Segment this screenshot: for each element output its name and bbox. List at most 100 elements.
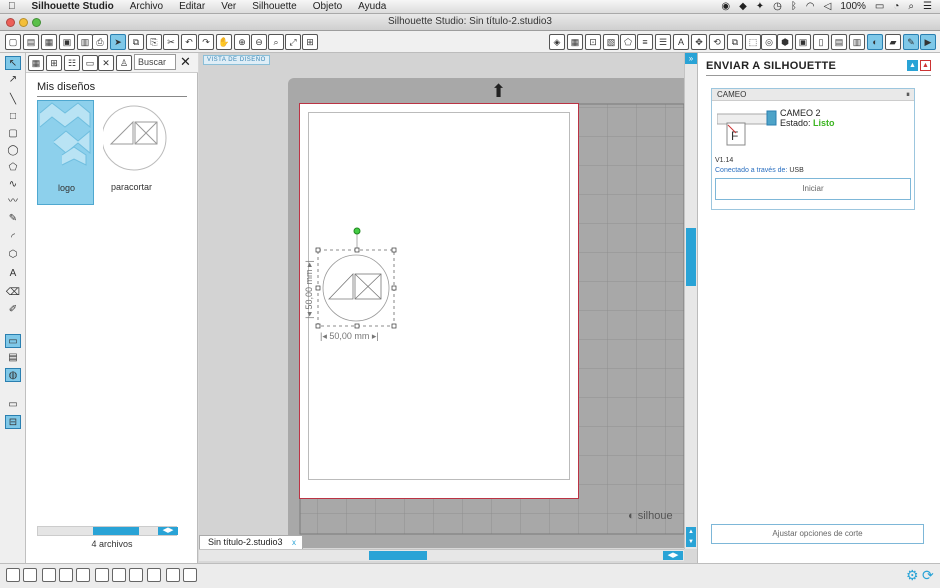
rounded-rect-tool-icon[interactable]: ▢ xyxy=(5,127,21,141)
library-icons-view-icon[interactable]: ⊞ xyxy=(46,55,62,71)
arc-tool-icon[interactable]: ◜ xyxy=(5,231,21,245)
menu-objeto[interactable]: Objeto xyxy=(305,1,350,12)
library-grid-icon[interactable]: ▦ xyxy=(28,55,44,71)
vertical-scroll-arrows[interactable]: ▲ ▼ xyxy=(686,527,696,547)
duplicate-icon[interactable] xyxy=(129,568,143,582)
store-icon[interactable]: ▣ xyxy=(795,34,811,50)
delete-item-icon[interactable]: ✕ xyxy=(98,55,114,71)
menu-silhouette[interactable]: Silhouette xyxy=(244,1,304,12)
mirror-icon[interactable] xyxy=(147,568,161,582)
library-scrollbar[interactable]: ◀▶ xyxy=(37,526,178,536)
transform-icon[interactable]: ✥ xyxy=(691,34,707,50)
eraser-tool-icon[interactable]: ⌫ xyxy=(5,286,21,300)
modify-icon[interactable]: ⬚ xyxy=(745,34,761,50)
library-scroll-thumb[interactable] xyxy=(93,527,139,535)
release-compound-icon[interactable] xyxy=(59,568,73,582)
library-view-icon[interactable]: ▤ xyxy=(5,351,21,365)
horizontal-scroll-thumb[interactable] xyxy=(369,551,427,560)
document-tab[interactable]: Sin título-2.studio3 x xyxy=(199,535,303,549)
start-cut-button[interactable]: Iniciar xyxy=(715,178,911,200)
cut-style-icon[interactable]: ☰ xyxy=(655,34,671,50)
single-panel-icon[interactable]: ▭ xyxy=(5,398,21,412)
trace-icon[interactable]: ⬢ xyxy=(777,34,793,50)
menu-app-name[interactable]: Silhouette Studio xyxy=(24,1,122,12)
delete-object-icon[interactable] xyxy=(112,568,126,582)
zoom-in-icon[interactable]: ⊕ xyxy=(234,34,250,50)
print-cut-icon[interactable]: ▯ xyxy=(813,34,829,50)
new-file-icon[interactable]: ▢ xyxy=(5,34,21,50)
refresh-icon[interactable]: ⟳ xyxy=(922,567,934,584)
horizontal-scroll-arrows[interactable]: ◀▶ xyxy=(663,551,683,560)
point-edit-tool-icon[interactable]: ↗ xyxy=(5,73,21,87)
wifi-icon[interactable]: ◠ xyxy=(806,1,815,12)
copy-icon[interactable]: ⧉ xyxy=(128,34,144,50)
zoom-out-icon[interactable]: ⊖ xyxy=(251,34,267,50)
user-icon[interactable]: ♙ xyxy=(116,55,132,71)
sync-icon[interactable]: ✦ xyxy=(756,1,764,12)
menu-archivo[interactable]: Archivo xyxy=(122,1,171,12)
settings-gear-icon[interactable]: ⚙ xyxy=(906,567,919,584)
save-icon[interactable]: ▣ xyxy=(59,34,75,50)
menu-ayuda[interactable]: Ayuda xyxy=(350,1,394,12)
text-style-icon[interactable]: A xyxy=(673,34,689,50)
vertical-scrollbar[interactable]: » ▲ ▼ xyxy=(684,53,697,549)
layers-icon[interactable]: ▥ xyxy=(849,34,865,50)
paste-icon[interactable]: ⎘ xyxy=(146,34,162,50)
line-color-icon[interactable]: ⬠ xyxy=(620,34,636,50)
group-icon[interactable] xyxy=(6,568,20,582)
knife-icon[interactable]: ◐ xyxy=(867,34,883,50)
undo-icon[interactable]: ↶ xyxy=(181,34,197,50)
selected-design-object[interactable] xyxy=(305,227,405,339)
smooth-freehand-tool-icon[interactable]: ✎ xyxy=(5,212,21,226)
send-panel-icon[interactable]: ✎ xyxy=(903,34,919,50)
grid-icon[interactable]: ▦ xyxy=(567,34,583,50)
adjust-cut-settings-button[interactable]: Ajustar opciones de corte xyxy=(711,524,924,544)
spotlight-icon[interactable]: ⌕ xyxy=(908,1,914,12)
redo-icon[interactable]: ↷ xyxy=(198,34,214,50)
bring-forward-icon[interactable] xyxy=(76,568,90,582)
vertical-scroll-thumb[interactable] xyxy=(686,228,696,286)
battery-icon[interactable]: ▭ xyxy=(875,1,884,12)
close-search-icon[interactable]: ✕ xyxy=(180,54,191,70)
bluetooth-icon[interactable]: ᛒ xyxy=(791,1,797,12)
ellipse-tool-icon[interactable]: ◯ xyxy=(5,144,21,158)
select-tool-icon[interactable]: ↖ xyxy=(5,56,21,70)
sketch-icon[interactable]: ▤ xyxy=(831,34,847,50)
open-file-icon[interactable]: ▤ xyxy=(23,34,39,50)
ungroup-icon[interactable] xyxy=(23,568,37,582)
curve-tool-icon[interactable]: ∿ xyxy=(5,178,21,192)
design-thumbnail-paracortar[interactable]: paracortar xyxy=(101,100,167,205)
cut-icon[interactable]: ✂ xyxy=(163,34,179,50)
close-tab-icon[interactable]: x xyxy=(292,536,296,549)
fit-to-page-icon[interactable]: ⊞ xyxy=(302,34,318,50)
zoom-select-icon[interactable]: ⌕ xyxy=(268,34,284,50)
panel-collapse-icon[interactable]: ▲ xyxy=(907,60,918,71)
target-icon[interactable] xyxy=(183,568,197,582)
library-search-input[interactable]: Buscar xyxy=(134,54,176,70)
device-pause-icon[interactable]: ⏸ xyxy=(906,89,910,101)
compound-path-icon[interactable] xyxy=(42,568,56,582)
page-sheet[interactable]: |◂ 50,00 mm ▸| |◂ 50,00 mm ▸| xyxy=(299,103,579,499)
line-tool-icon[interactable]: ╲ xyxy=(5,93,21,107)
replicate-icon[interactable]: ⧉ xyxy=(727,34,743,50)
fill-icon[interactable]: ▧ xyxy=(603,34,619,50)
apple-icon[interactable]:  xyxy=(0,1,24,12)
drawing-area-icon[interactable]: ▭ xyxy=(5,334,21,348)
print-icon[interactable]: ⎙ xyxy=(92,34,108,50)
library-list-view-icon[interactable]: ☷ xyxy=(64,55,80,71)
weld-icon[interactable] xyxy=(95,568,109,582)
menu-ver[interactable]: Ver xyxy=(213,1,244,12)
rectangle-tool-icon[interactable]: □ xyxy=(5,110,21,124)
offset-icon[interactable]: ◎ xyxy=(761,34,777,50)
page-settings-icon[interactable]: ◈ xyxy=(549,34,565,50)
eye-icon[interactable]: ◉ xyxy=(721,1,730,12)
polygon-tool-icon[interactable]: ⬠ xyxy=(5,161,21,175)
new-folder-icon[interactable]: ▭ xyxy=(82,55,98,71)
regular-polygon-tool-icon[interactable]: ⬡ xyxy=(5,248,21,262)
pan-hand-icon[interactable]: ✋ xyxy=(216,34,232,50)
save-all-icon[interactable]: ▥ xyxy=(77,34,93,50)
menu-editar[interactable]: Editar xyxy=(171,1,213,12)
line-style-icon[interactable]: ≡ xyxy=(637,34,653,50)
library-icon[interactable]: ▦ xyxy=(41,34,57,50)
menu-list-icon[interactable]: ☰ xyxy=(923,1,932,12)
